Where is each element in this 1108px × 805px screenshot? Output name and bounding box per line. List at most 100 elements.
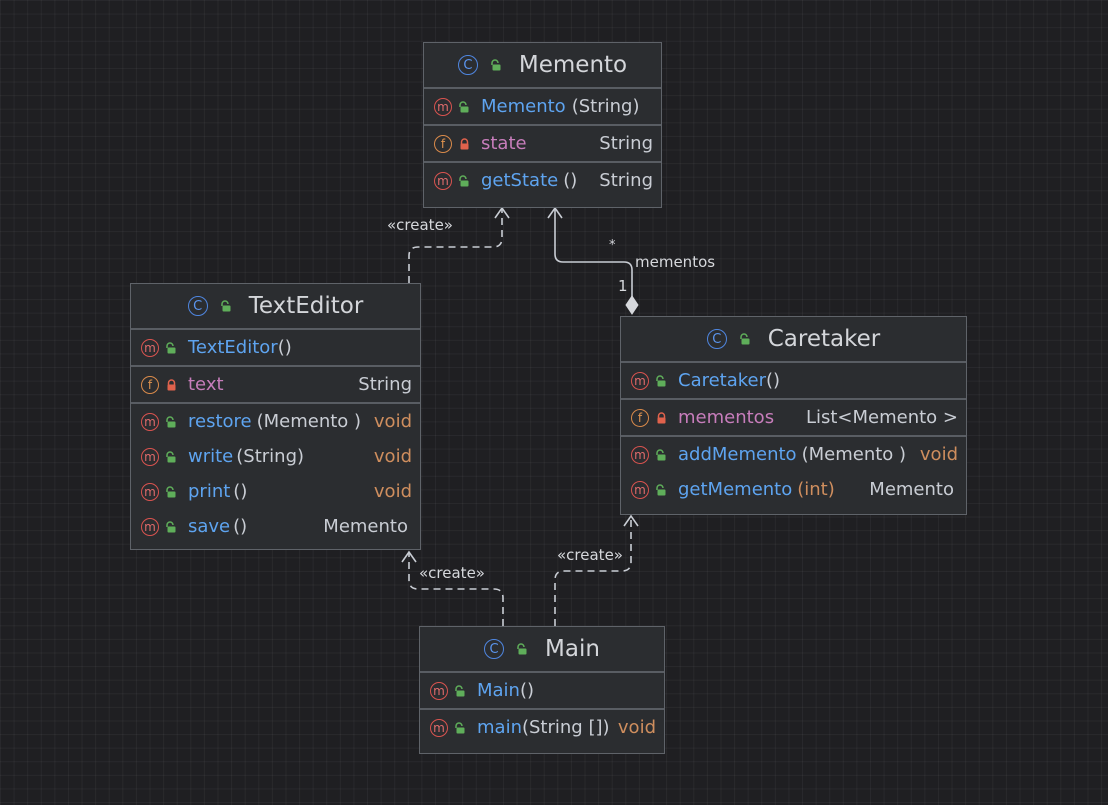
constructor-name: Caretaker: [678, 370, 767, 391]
public-lock-icon: [655, 483, 668, 496]
method-row[interactable]: m main (String []) void: [420, 708, 664, 745]
constructor-row[interactable]: m TextEditor (): [131, 330, 420, 365]
public-lock-icon: [220, 300, 233, 312]
field-name: state: [481, 133, 527, 154]
create-label-memento: «create»: [387, 216, 453, 234]
method-row[interactable]: m print () void: [131, 474, 420, 509]
method-name: main: [477, 717, 522, 738]
class-box-memento[interactable]: C Memento m Memento (String) f state Str…: [423, 42, 662, 208]
multiplicity-one: 1: [618, 277, 628, 295]
constructor-row[interactable]: m Caretaker (): [621, 363, 966, 398]
constructor-params: (String): [571, 96, 640, 117]
class-box-texteditor[interactable]: C TextEditor m TextEditor () f text Stri…: [130, 283, 421, 550]
class-icon: C: [706, 329, 727, 349]
method-icon: m: [141, 482, 159, 501]
create-label-texteditor: «create»: [419, 564, 485, 582]
method-name: getState: [481, 170, 559, 191]
class-title: TextEditor: [248, 293, 364, 319]
method-name: getMemento: [678, 479, 793, 500]
public-lock-icon: [458, 100, 471, 113]
method-name: addMemento: [678, 444, 797, 465]
class-header-texteditor: C TextEditor: [131, 284, 420, 330]
field-icon: f: [141, 375, 159, 394]
public-lock-icon: [454, 721, 467, 734]
method-icon: m: [631, 480, 649, 499]
class-icon: C: [187, 296, 208, 316]
method-icon: m: [141, 517, 159, 536]
class-title: Caretaker: [767, 326, 881, 352]
field-row[interactable]: f mementos List<Memento >: [621, 398, 966, 435]
aggregation-diamond: [625, 295, 639, 315]
private-lock-icon: [165, 378, 178, 391]
field-name: mementos: [678, 407, 775, 428]
constructor-row[interactable]: m Memento (String): [424, 89, 661, 124]
method-row[interactable]: m addMemento (Memento ) void: [621, 435, 966, 472]
create-edge-main-caretaker: [554, 517, 632, 626]
public-lock-icon: [458, 174, 471, 187]
method-icon: m: [430, 718, 448, 737]
class-title: Main: [545, 636, 600, 662]
method-return-type: void: [373, 446, 412, 467]
field-row[interactable]: f text String: [131, 365, 420, 402]
method-icon: m: [430, 681, 448, 700]
association-role-label: mementos: [635, 253, 716, 271]
constructor-params: (): [277, 337, 292, 358]
method-icon: m: [434, 171, 452, 190]
public-lock-icon: [516, 643, 529, 655]
create-label-caretaker: «create»: [557, 546, 623, 564]
public-lock-icon: [165, 520, 178, 533]
field-type: List<Memento >: [805, 407, 958, 428]
method-name: save: [188, 516, 231, 537]
public-lock-icon: [165, 450, 178, 463]
method-params: (Memento ): [801, 444, 907, 465]
method-row[interactable]: m write (String) void: [131, 439, 420, 474]
method-return-type: void: [919, 444, 958, 465]
field-type: String: [358, 374, 412, 395]
method-return-type: Memento: [869, 479, 954, 500]
public-lock-icon: [655, 448, 668, 461]
method-return-type: void: [617, 717, 656, 738]
method-return-type: void: [373, 481, 412, 502]
constructor-row[interactable]: m Main (): [420, 673, 664, 708]
method-name: restore: [188, 411, 252, 432]
method-row[interactable]: m getState () String: [424, 161, 661, 198]
method-icon: m: [141, 338, 159, 357]
public-lock-icon: [655, 374, 668, 387]
class-header-caretaker: C Caretaker: [621, 317, 966, 363]
class-box-caretaker[interactable]: C Caretaker m Caretaker () f mementos Li…: [620, 316, 967, 515]
class-header-memento: C Memento: [424, 43, 661, 89]
field-icon: f: [434, 134, 452, 153]
method-row[interactable]: m save () Memento: [131, 509, 420, 544]
method-icon: m: [141, 412, 159, 431]
method-icon: m: [631, 445, 649, 464]
class-header-main: C Main: [420, 627, 664, 673]
method-params: (): [563, 170, 578, 191]
constructor-name: Main: [477, 680, 520, 701]
method-params: (): [233, 481, 248, 502]
constructor-params: (): [519, 680, 535, 701]
public-lock-icon: [165, 341, 178, 354]
class-box-main[interactable]: C Main m Main () m main (String []) void: [419, 626, 665, 754]
field-name: text: [188, 374, 224, 395]
class-title: Memento: [518, 52, 628, 78]
method-icon: m: [141, 447, 159, 466]
public-lock-icon: [454, 684, 467, 697]
method-params: (String): [236, 446, 305, 467]
method-icon: m: [434, 97, 452, 116]
method-name: print: [188, 481, 231, 502]
multiplicity-many: *: [609, 238, 616, 253]
field-type: String: [599, 133, 653, 154]
public-lock-icon: [739, 333, 752, 345]
method-params: (): [233, 516, 248, 537]
method-params: (String []): [521, 717, 610, 738]
public-lock-icon: [490, 59, 503, 71]
field-row[interactable]: f state String: [424, 124, 661, 161]
method-name: write: [188, 446, 234, 467]
method-row[interactable]: m restore (Memento ) void: [131, 402, 420, 439]
method-params: (Memento ): [256, 411, 362, 432]
public-lock-icon: [165, 485, 178, 498]
method-return-type: String: [599, 170, 653, 191]
class-icon: C: [484, 639, 505, 659]
method-row[interactable]: m getMemento (int) Memento: [621, 472, 966, 507]
public-lock-icon: [165, 415, 178, 428]
